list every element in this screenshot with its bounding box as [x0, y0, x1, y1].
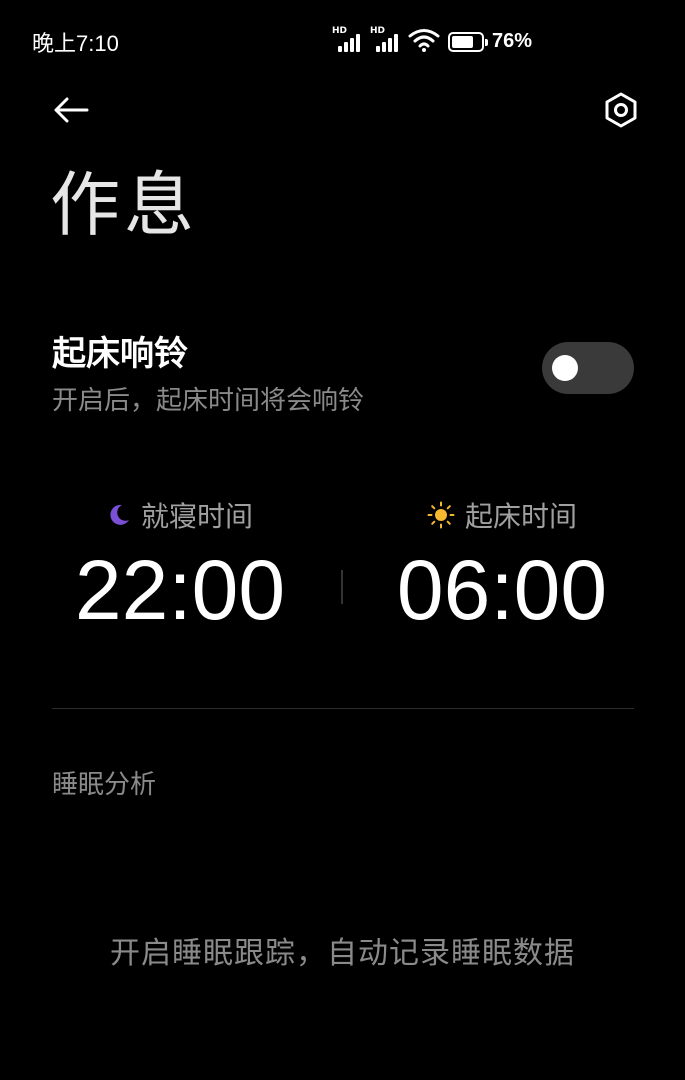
sleep-tracking-hint[interactable]: 开启睡眠跟踪，自动记录睡眠数据: [0, 928, 685, 972]
signal-hd-2-icon: HD: [370, 26, 402, 52]
battery-icon: [448, 31, 488, 52]
section-divider: [52, 708, 634, 709]
settings-button[interactable]: [596, 86, 646, 134]
arrow-left-icon: [54, 97, 89, 123]
sun-icon: [427, 501, 455, 529]
wake-time-value[interactable]: 06:00: [352, 548, 652, 632]
time-divider: [341, 570, 343, 604]
battery-percent: 76%: [492, 30, 533, 52]
battery-indicator: 76%: [448, 30, 532, 53]
wifi-icon: [408, 29, 440, 52]
wake-alarm-toggle[interactable]: [542, 342, 634, 394]
bedtime-value[interactable]: 22:00: [30, 548, 330, 632]
toggle-knob: [552, 355, 578, 381]
wake-time-label: 起床时间: [464, 500, 577, 533]
bedtime-block[interactable]: 就寝时间 22:00: [30, 490, 330, 632]
wake-alarm-title: 起床响铃: [52, 334, 188, 374]
status-bar: 晚上7:10 HD HD 76%: [0, 0, 685, 80]
status-icons: HD HD: [332, 26, 440, 52]
wake-time-label-row: 起床时间: [352, 490, 652, 540]
wake-time-block[interactable]: 起床时间 06:00: [352, 490, 652, 632]
wake-alarm-row: 起床响铃 开启后，起床时间将会响铃: [52, 326, 634, 426]
signal-hd-1-icon: HD: [332, 26, 364, 52]
sleep-analysis-title: 睡眠分析: [52, 770, 157, 800]
wake-alarm-subtitle: 开启后，起床时间将会响铃: [52, 386, 365, 416]
moon-icon: [110, 504, 129, 525]
status-time: 晚上7:10: [32, 31, 119, 56]
bedtime-label-row: 就寝时间: [30, 490, 330, 540]
back-button[interactable]: [46, 86, 96, 134]
bedtime-label: 就寝时间: [140, 500, 253, 533]
page-title: 作息: [50, 164, 198, 246]
hexagon-gear-icon: [605, 92, 637, 128]
